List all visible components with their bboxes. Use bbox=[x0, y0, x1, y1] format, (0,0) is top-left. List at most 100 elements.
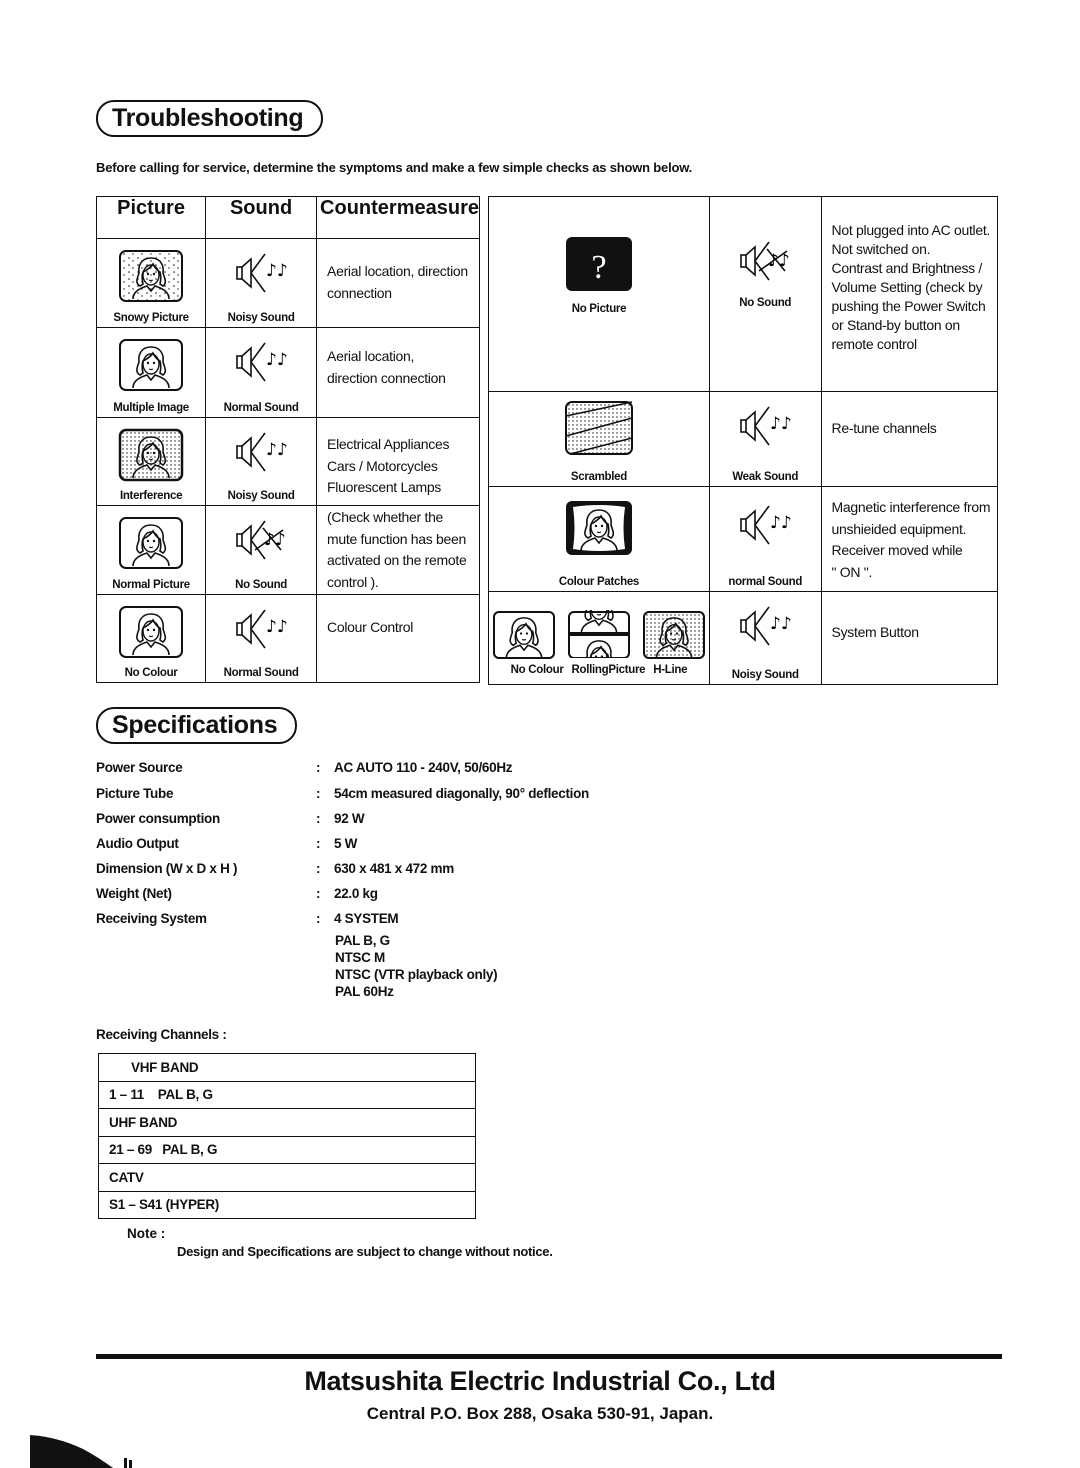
table-row: S1 – S41 (HYPER) bbox=[98, 1190, 476, 1219]
countermeasure-line: remote control bbox=[831, 336, 918, 352]
countermeasure-cell: System Button bbox=[820, 591, 999, 685]
tv-no-picture-icon: ? bbox=[565, 237, 632, 291]
spec-row: Power consumption:92 W bbox=[96, 811, 365, 826]
table-row: ? No Picture ♪♪ No Sound Not plugged int… bbox=[488, 196, 999, 392]
spec-separator: : bbox=[316, 861, 321, 876]
countermeasure-cell: Re-tune channels bbox=[820, 391, 999, 487]
table-row: Normal Picture ♪♪ No Sound (Check whethe… bbox=[95, 505, 480, 595]
speaker-sound-icon: ♪♪ bbox=[236, 432, 288, 472]
header-countermeasure: Countermeasure bbox=[316, 196, 480, 239]
countermeasure-cell: Aerial location, direction connection bbox=[316, 327, 480, 418]
sound-cell: ♪♪ Noisy Sound bbox=[205, 238, 318, 328]
svg-text:?: ? bbox=[591, 249, 606, 286]
picture-cell: No Colour RollingPicture H-Line bbox=[488, 591, 710, 685]
picture-cell: ? No Picture bbox=[488, 196, 710, 392]
countermeasure-line: Volume Setting (check by bbox=[831, 279, 983, 295]
tv-snowy-picture-icon bbox=[119, 250, 184, 302]
tv-interference-icon bbox=[118, 428, 184, 482]
countermeasure-line: Electrical Appliances bbox=[327, 436, 450, 452]
picture-label: No Colour bbox=[124, 667, 178, 679]
sound-cell: ♪♪ Noisy Sound bbox=[708, 591, 822, 685]
sound-label: normal Sound bbox=[728, 576, 803, 588]
receiving-channels-label: Receiving Channels : bbox=[96, 1027, 227, 1042]
countermeasure-line: control ). bbox=[327, 573, 379, 590]
countermeasure-line: mute function has been bbox=[327, 530, 466, 547]
channel-cell: VHF BAND bbox=[98, 1053, 476, 1082]
spec-separator: : bbox=[316, 786, 321, 801]
countermeasure-line: Receiver moved while bbox=[831, 542, 963, 558]
table-row: Colour Patches ♪♪ normal Sound Magnetic … bbox=[488, 486, 999, 592]
tv-normal-picture-icon bbox=[119, 517, 184, 569]
channel-cell: S1 – S41 (HYPER) bbox=[98, 1190, 476, 1219]
spec-key: Receiving System bbox=[96, 911, 207, 926]
spec-key: Dimension (W x D x H ) bbox=[96, 861, 238, 876]
note-text: Design and Specifications are subject to… bbox=[177, 1244, 553, 1259]
table-row: Snowy Picture ♪♪ Noisy Sound Aerial loca… bbox=[95, 238, 480, 328]
picture-label: Multiple Image bbox=[113, 402, 189, 414]
receiving-system: PAL 60Hz bbox=[335, 984, 394, 999]
speaker-sound-icon: ♪♪ bbox=[740, 406, 792, 446]
tv-multiple-image-icon bbox=[119, 339, 184, 391]
sound-cell: ♪♪ Weak Sound bbox=[708, 391, 822, 487]
channel-cell: 1 – 11 PAL B, G bbox=[98, 1080, 476, 1109]
receiving-system: NTSC M bbox=[335, 950, 385, 965]
spec-separator: : bbox=[316, 886, 321, 901]
speaker-sound-icon: ♪♪ bbox=[740, 505, 792, 545]
countermeasure-cell: Colour Control bbox=[316, 594, 480, 683]
svg-text:♪♪: ♪♪ bbox=[770, 513, 792, 533]
countermeasure-line: Aerial location, bbox=[327, 348, 415, 364]
tv-no-colour-icon bbox=[492, 611, 555, 659]
speaker-sound-icon: ♪♪ bbox=[740, 606, 792, 646]
countermeasure-line: " ON ". bbox=[831, 563, 873, 580]
table-row: No Colour RollingPicture H-Line ♪♪ Noisy… bbox=[488, 591, 999, 685]
spec-key: Weight (Net) bbox=[96, 886, 172, 901]
countermeasure-cell: (Check whether the mute function has bee… bbox=[316, 505, 480, 595]
picture-label: RollingPicture bbox=[571, 664, 646, 676]
countermeasure-line: unshieided equipment. bbox=[831, 520, 967, 537]
spec-row: Dimension (W x D x H ):630 x 481 x 472 m… bbox=[96, 861, 454, 876]
spec-key: Picture Tube bbox=[96, 786, 174, 801]
countermeasure-line: pushing the Power Switch bbox=[831, 298, 986, 314]
sound-label: Noisy Sound bbox=[731, 669, 799, 681]
picture-cell: Interference bbox=[95, 417, 207, 506]
svg-text:♪♪: ♪♪ bbox=[266, 440, 288, 460]
table-row: No Colour ♪♪ Normal Sound Colour Control bbox=[95, 594, 480, 683]
sound-label: Noisy Sound bbox=[227, 312, 295, 324]
receiving-channels-table: VHF BAND 1 – 11 PAL B, G UHF BAND 21 – 6… bbox=[98, 1053, 476, 1219]
speaker-sound-icon: ♪♪ bbox=[236, 609, 288, 649]
picture-cell: Colour Patches bbox=[488, 486, 710, 592]
note-label: Note : bbox=[127, 1226, 166, 1241]
spec-value: 630 x 481 x 472 mm bbox=[334, 861, 454, 876]
tv-h-line-icon bbox=[642, 611, 705, 659]
header-sound: Sound bbox=[205, 196, 318, 239]
spec-row: Weight (Net):22.0 kg bbox=[96, 886, 378, 901]
header-picture: Picture bbox=[95, 196, 207, 239]
countermeasure-line: Re-tune channels bbox=[831, 420, 937, 436]
table-row: VHF BAND bbox=[98, 1053, 476, 1082]
receiving-system: NTSC (VTR playback only) bbox=[335, 967, 498, 982]
specifications-title: Specifications bbox=[96, 707, 298, 744]
spec-separator: : bbox=[316, 811, 321, 826]
tv-scrambled-icon bbox=[564, 401, 633, 455]
scan-artifact bbox=[30, 1435, 132, 1468]
table-row: 21 – 69 PAL B, G bbox=[98, 1135, 476, 1164]
countermeasure-line: Cars / Motorcycles bbox=[327, 457, 438, 474]
tv-colour-patches-icon bbox=[565, 501, 632, 555]
table-row: Multiple Image ♪♪ Normal Sound Aerial lo… bbox=[95, 327, 480, 418]
picture-label: Interference bbox=[119, 490, 183, 502]
svg-text:♪♪: ♪♪ bbox=[266, 261, 288, 281]
spec-value: 22.0 kg bbox=[334, 886, 378, 901]
table-row: UHF BAND bbox=[98, 1108, 476, 1137]
table-row: CATV bbox=[98, 1163, 476, 1192]
countermeasure-line: (Check whether the bbox=[327, 509, 444, 525]
svg-text:♪♪: ♪♪ bbox=[770, 414, 792, 434]
spec-value: AC AUTO 110 - 240V, 50/60Hz bbox=[334, 760, 513, 775]
countermeasure-line: Colour Control bbox=[327, 619, 414, 635]
countermeasure-cell: Aerial location, direction connection bbox=[316, 238, 480, 328]
picture-cell: Multiple Image bbox=[95, 327, 207, 418]
countermeasure-line: or Stand-by button on bbox=[831, 317, 961, 333]
spec-separator: : bbox=[316, 836, 321, 851]
sound-cell: ♪♪ Normal Sound bbox=[205, 327, 318, 418]
countermeasure-line: Not plugged into AC outlet. bbox=[831, 222, 991, 238]
picture-label: H-Line bbox=[653, 664, 688, 676]
